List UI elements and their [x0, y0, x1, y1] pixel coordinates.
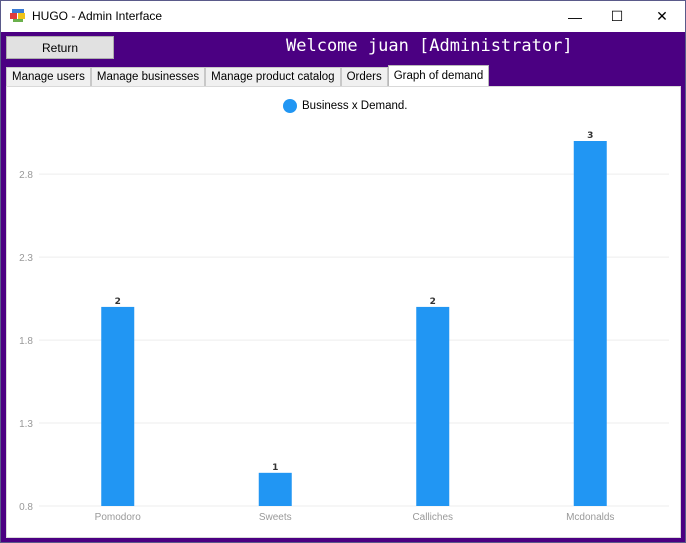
x-category-label: Mcdonalds [566, 512, 614, 523]
x-category-label: Pomodoro [95, 512, 142, 523]
x-category-label: Sweets [259, 512, 292, 523]
y-tick-label: 2.8 [19, 170, 33, 181]
bar-data-label: 3 [587, 131, 593, 141]
bar [101, 306, 135, 506]
y-tick-label: 1.8 [19, 336, 33, 347]
demand-chart: 0.8 1.3 1.8 2.3 2.8 2 Pomodoro 1 Sweets 2 Calliche… [19, 131, 669, 523]
bar-data-label: 1 [272, 463, 278, 473]
bar [258, 472, 292, 506]
bar-data-label: 2 [115, 297, 121, 307]
app-window: HUGO - Admin Interface — ☐ ✕ Return Welc… [0, 0, 686, 543]
bar-data-label: 2 [430, 297, 436, 307]
y-tick-label: 0.8 [19, 502, 33, 513]
bar [416, 306, 450, 506]
y-tick-label: 1.3 [19, 419, 33, 430]
y-tick-label: 2.3 [19, 253, 33, 264]
bar [573, 141, 607, 506]
x-category-label: Calliches [412, 512, 453, 523]
